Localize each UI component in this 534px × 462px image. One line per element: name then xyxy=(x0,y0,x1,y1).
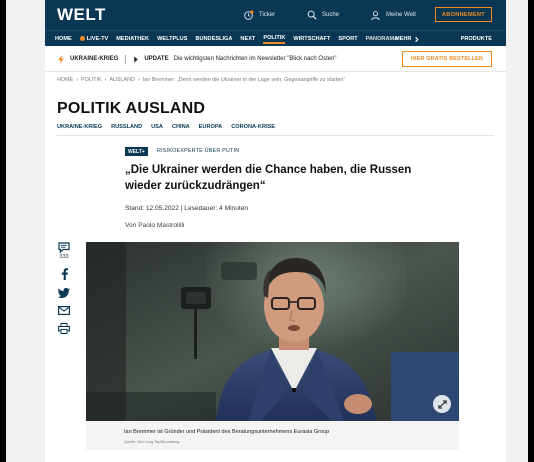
image-credit: Quelle: Wei Leng Tay/Bloomberg xyxy=(124,440,180,444)
nav-item-wirtschaft[interactable]: WIRTSCHAFT xyxy=(293,36,330,42)
account-label: Meine Welt xyxy=(386,12,416,18)
share-rail: 333 xyxy=(57,242,71,342)
section-title[interactable]: POLITIK AUSLAND xyxy=(57,100,205,118)
nav-item-live-tv[interactable]: LIVE-TV xyxy=(79,36,109,42)
browser-viewport: WELT Ticker Suche Meine Welt ABONNEMENT xyxy=(6,0,528,462)
ticker-tag[interactable]: UKRAINE-KRIEG xyxy=(70,56,118,62)
search-link[interactable]: Suche xyxy=(307,0,339,30)
main-nav: HOME LIVE-TV MEDIATHEK WELTPLUS BUNDESLI… xyxy=(45,30,506,46)
subnav-ukraine-krieg[interactable]: UKRAINE-KRIEG xyxy=(57,124,102,130)
ian-bremmer-photo xyxy=(86,242,459,421)
nav-more-button[interactable]: MEHR xyxy=(395,31,420,47)
user-icon xyxy=(371,10,380,20)
print-icon[interactable] xyxy=(58,323,70,334)
search-icon xyxy=(307,10,317,20)
nav-produkte[interactable]: PRODUKTE xyxy=(461,31,492,47)
image-caption: Ian Bremmer ist Gründer und Präsident de… xyxy=(124,429,330,435)
twitter-icon[interactable] xyxy=(58,288,70,298)
nav-item-next[interactable]: NEXT xyxy=(240,36,255,42)
nav-item-sport[interactable]: SPORT xyxy=(338,36,357,42)
mail-icon[interactable] xyxy=(58,306,70,315)
nav-item-panorama[interactable]: PANORAMA xyxy=(366,36,399,42)
arrow-right-icon xyxy=(134,55,139,63)
breadcrumb-separator: › xyxy=(76,77,78,83)
ticker-divider xyxy=(125,54,127,64)
account-link[interactable]: Meine Welt xyxy=(370,0,416,30)
welt-logo[interactable]: WELT xyxy=(57,5,106,25)
weltplus-badge: WELT+ xyxy=(125,147,148,156)
article-author: Von Paolo Mastrolilli xyxy=(125,222,185,229)
nav-more-label: MEHR xyxy=(395,36,412,42)
nav-item-mediathek[interactable]: MEDIATHEK xyxy=(116,36,149,42)
update-label: UPDATE xyxy=(144,56,169,62)
subnav-china[interactable]: CHINA xyxy=(172,124,190,130)
subnav-russland[interactable]: RUSSLAND xyxy=(111,124,142,130)
nav-item-politik[interactable]: POLITIK xyxy=(263,35,286,44)
divider xyxy=(57,135,494,136)
search-label: Suche xyxy=(322,12,340,18)
breadcrumb-home[interactable]: HOME xyxy=(57,77,73,83)
nav-list: HOME LIVE-TV MEDIATHEK WELTPLUS BUNDESLI… xyxy=(55,31,398,47)
subnav-europa[interactable]: EUROPA xyxy=(199,124,223,130)
subscription-button[interactable]: ABONNEMENT xyxy=(434,7,492,22)
article-image[interactable] xyxy=(86,242,459,421)
ticker-icon xyxy=(244,10,254,20)
ticker-link[interactable]: Ticker xyxy=(243,0,275,30)
breadcrumb-current: Ian Bremmer: „Denn werden die Ukrainer i… xyxy=(142,77,346,83)
breadcrumb-separator: › xyxy=(104,77,107,83)
breadcrumb-politik[interactable]: POLITIK xyxy=(81,77,102,83)
ticker-content: UKRAINE-KRIEG UPDATE Die wichtigsten Nac… xyxy=(57,46,337,72)
bolt-icon xyxy=(58,54,64,64)
expand-icon xyxy=(437,399,447,409)
expand-image-button[interactable] xyxy=(433,395,451,413)
article-headline: „Die Ukrainer werden die Chance haben, d… xyxy=(125,164,412,192)
nav-item-bundesliga[interactable]: BUNDESLIGA xyxy=(195,36,232,42)
breadcrumb-ausland[interactable]: AUSLAND xyxy=(109,77,134,83)
image-caption-box: Ian Bremmer ist Gründer und Präsident de… xyxy=(86,421,459,450)
live-dot-icon xyxy=(79,36,85,42)
article-kicker: RISIKOEXPERTE ÜBER PUTIN xyxy=(157,148,240,154)
breadcrumb-separator: › xyxy=(137,77,140,83)
nav-item-weltplus[interactable]: WELTPLUS xyxy=(157,36,187,42)
chevron-right-icon xyxy=(415,36,420,42)
page-content: UKRAINE-KRIEG UPDATE Die wichtigsten Nac… xyxy=(45,46,506,462)
breadcrumb: HOME › POLITIK › AUSLAND › Ian Bremmer: … xyxy=(57,77,345,83)
ticker-label: Ticker xyxy=(259,12,276,18)
site-header: WELT Ticker Suche Meine Welt ABONNEMENT xyxy=(45,0,506,30)
facebook-icon[interactable] xyxy=(60,268,69,280)
comment-count: 333 xyxy=(59,254,69,260)
subnav-corona-krise[interactable]: CORONA-KRISE xyxy=(231,124,275,130)
news-ticker-bar: UKRAINE-KRIEG UPDATE Die wichtigsten Nac… xyxy=(45,46,506,72)
nav-item-live-tv-label: LIVE-TV xyxy=(86,36,109,42)
subnav-usa[interactable]: USA xyxy=(151,124,163,130)
nav-item-home[interactable]: HOME xyxy=(55,36,72,42)
newsletter-order-button[interactable]: HIER GRATIS BESTELLEN xyxy=(401,51,492,67)
article-meta: Stand: 12.05.2022 | Lesedauer: 4 Minuten xyxy=(125,205,249,212)
update-text[interactable]: Die wichtigsten Nachrichten im Newslette… xyxy=(174,56,337,62)
comment-icon[interactable] xyxy=(58,242,70,253)
section-subnav: UKRAINE-KRIEG RUSSLAND USA CHINA EUROPA … xyxy=(57,124,275,130)
